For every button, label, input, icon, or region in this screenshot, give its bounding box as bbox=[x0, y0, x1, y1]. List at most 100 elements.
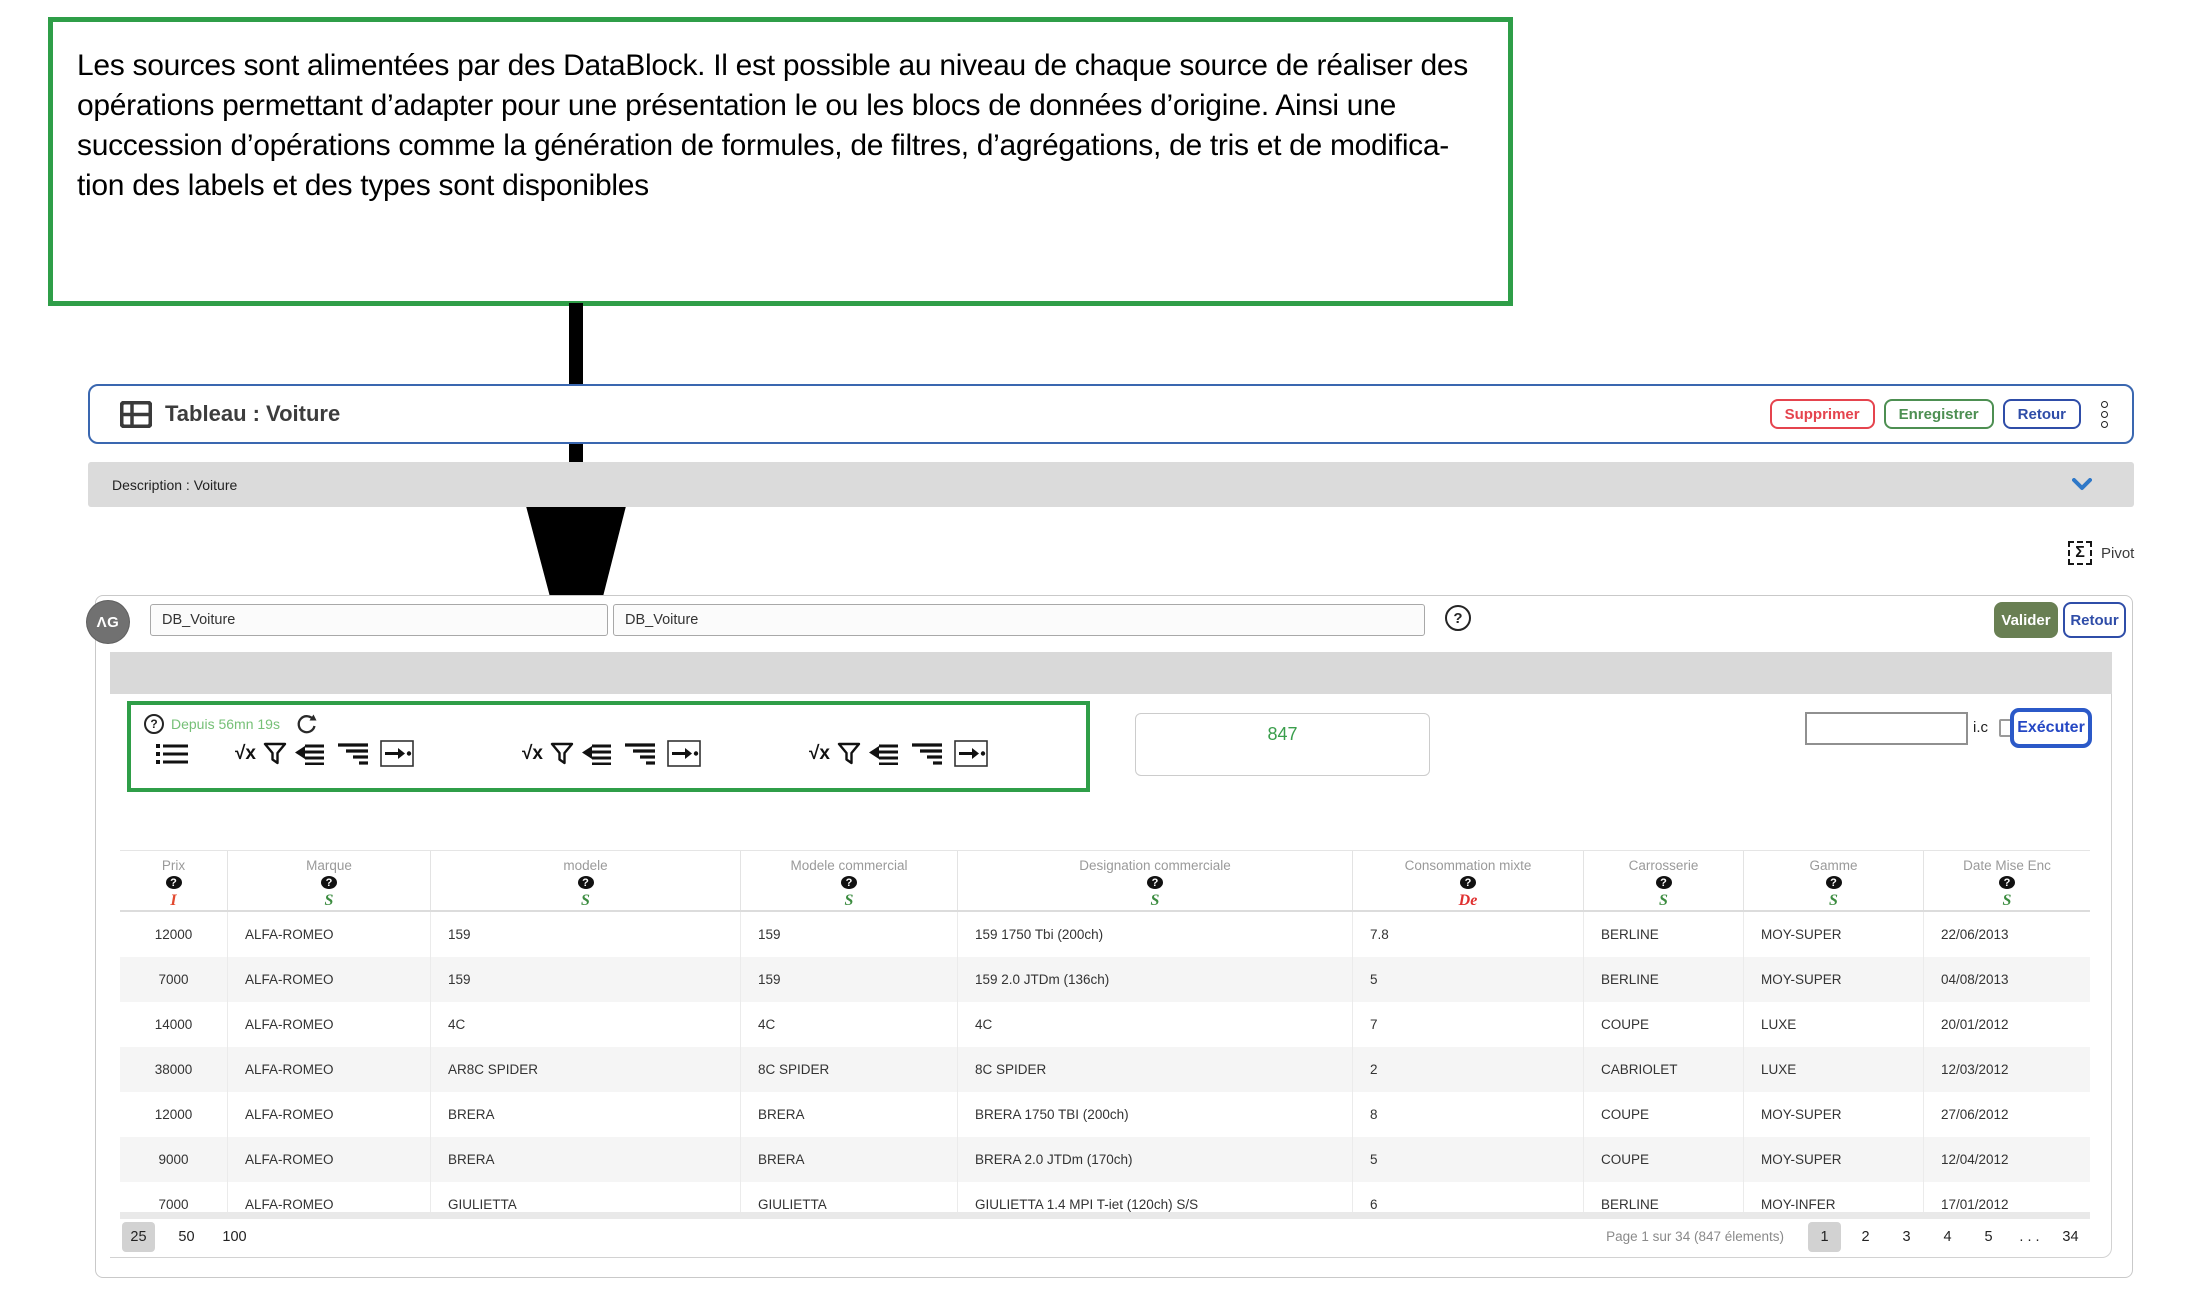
page-button[interactable]: 3 bbox=[1890, 1222, 1923, 1252]
column-name: Marque bbox=[306, 858, 352, 873]
sort-icon[interactable] bbox=[625, 743, 655, 765]
table-row[interactable]: 14000ALFA-ROMEO4C4C4C7COUPELUXE20/01/201… bbox=[120, 1002, 2090, 1047]
save-button[interactable]: Enregistrer bbox=[1884, 399, 1994, 429]
filter-icon[interactable] bbox=[837, 742, 861, 766]
back-button-secondary[interactable]: Retour bbox=[2063, 602, 2126, 638]
table-cell: 38000 bbox=[120, 1047, 227, 1092]
operations-list-icon[interactable] bbox=[155, 742, 189, 766]
column-help-icon[interactable]: ? bbox=[578, 876, 594, 889]
table-cell: ALFA-ROMEO bbox=[227, 1047, 430, 1092]
filter-expression-input[interactable] bbox=[1805, 712, 1968, 745]
table-cell: COUPE bbox=[1583, 1002, 1743, 1047]
table-cell: 27/06/2012 bbox=[1923, 1092, 2090, 1137]
pivot-button[interactable]: Σ Pivot bbox=[2068, 541, 2134, 565]
column-name: Gamme bbox=[1809, 858, 1857, 873]
column-help-icon[interactable]: ? bbox=[841, 876, 857, 889]
callout-line: opérations permettant d’adapter pour une… bbox=[77, 86, 1490, 126]
page-button[interactable]: 1 bbox=[1808, 1222, 1841, 1252]
table-row[interactable]: 7000ALFA-ROMEOGIULIETTAGIULIETTAGIULIETT… bbox=[120, 1182, 2090, 1212]
sort-icon[interactable] bbox=[912, 743, 942, 765]
formula-icon[interactable]: √x bbox=[809, 743, 830, 765]
output-mapping-icon[interactable] bbox=[667, 740, 701, 767]
operation-group: √x bbox=[809, 740, 996, 767]
page-button[interactable]: . . . bbox=[2013, 1222, 2046, 1252]
back-button[interactable]: Retour bbox=[2003, 399, 2081, 429]
callout-line: Les sources sont alimentées par des Data… bbox=[77, 46, 1490, 86]
validate-button[interactable]: Valider bbox=[1994, 602, 2058, 638]
table-column-header[interactable]: Marque ? S bbox=[227, 851, 430, 910]
table-column-header[interactable]: Modele commercial ? S bbox=[740, 851, 957, 910]
chevron-down-icon[interactable] bbox=[2072, 478, 2092, 491]
page-button[interactable]: 4 bbox=[1931, 1222, 1964, 1252]
page-button[interactable]: 5 bbox=[1972, 1222, 2005, 1252]
table-cell: ALFA-ROMEO bbox=[227, 1092, 430, 1137]
filter-icon[interactable] bbox=[263, 742, 287, 766]
table-column-header[interactable]: modele ? S bbox=[430, 851, 740, 910]
column-help-icon[interactable]: ? bbox=[1460, 876, 1476, 889]
callout-line: succession d’opérations comme la générat… bbox=[77, 126, 1490, 166]
pagination-info: Page 1 sur 34 (847 élements) bbox=[1606, 1222, 1784, 1252]
column-help-icon[interactable]: ? bbox=[1656, 876, 1672, 889]
description-bar[interactable]: Description : Voiture bbox=[88, 462, 2134, 507]
refresh-icon[interactable] bbox=[295, 713, 318, 735]
page-size-selector: 25 50 100 bbox=[122, 1222, 251, 1252]
horizontal-scrollbar[interactable] bbox=[120, 1212, 2090, 1219]
table-cell: 4C bbox=[430, 1002, 740, 1047]
table-row[interactable]: 12000ALFA-ROMEOBRERABRERABRERA 1750 TBI … bbox=[120, 1092, 2090, 1137]
formula-icon[interactable]: √x bbox=[235, 743, 256, 765]
table-cell: 159 2.0 JTDm (136ch) bbox=[957, 957, 1352, 1002]
aggregate-icon[interactable] bbox=[582, 743, 612, 765]
table-column-header[interactable]: Designation commerciale ? S bbox=[957, 851, 1352, 910]
help-icon[interactable]: ? bbox=[1445, 605, 1471, 631]
table-cell: 17/01/2012 bbox=[1923, 1182, 2090, 1212]
output-mapping-icon[interactable] bbox=[380, 740, 414, 767]
source-name-input[interactable]: DB_Voiture bbox=[150, 604, 608, 636]
table-cell: 5 bbox=[1352, 957, 1583, 1002]
column-help-icon[interactable]: ? bbox=[1999, 876, 2015, 889]
table-body: 12000ALFA-ROMEO159159159 1750 Tbi (200ch… bbox=[120, 912, 2090, 1212]
more-options-icon[interactable] bbox=[2101, 401, 2108, 428]
page-size-button[interactable]: 100 bbox=[218, 1222, 251, 1252]
table-row[interactable]: 12000ALFA-ROMEO159159159 1750 Tbi (200ch… bbox=[120, 912, 2090, 957]
column-name: modele bbox=[563, 858, 607, 873]
column-type-badge: S bbox=[581, 892, 590, 910]
operation-group: √x bbox=[522, 740, 709, 767]
table-header-row: Prix ? I Marque ? S modele ? S Modele co… bbox=[120, 850, 2090, 912]
column-help-icon[interactable]: ? bbox=[1826, 876, 1842, 889]
page-size-button[interactable]: 25 bbox=[122, 1222, 155, 1252]
column-help-icon[interactable]: ? bbox=[321, 876, 337, 889]
column-help-icon[interactable]: ? bbox=[166, 876, 182, 889]
table-row[interactable]: 7000ALFA-ROMEO159159159 2.0 JTDm (136ch)… bbox=[120, 957, 2090, 1002]
table-cell: 159 bbox=[740, 912, 957, 957]
table-column-header[interactable]: Carrosserie ? S bbox=[1583, 851, 1743, 910]
table-row[interactable]: 38000ALFA-ROMEOAR8C SPIDER8C SPIDER8C SP… bbox=[120, 1047, 2090, 1092]
page-button[interactable]: 2 bbox=[1849, 1222, 1882, 1252]
table-column-header[interactable]: Prix ? I bbox=[120, 851, 227, 910]
table-cell: 8C SPIDER bbox=[740, 1047, 957, 1092]
table-cell: BRERA bbox=[740, 1137, 957, 1182]
filter-icon[interactable] bbox=[550, 742, 574, 766]
table-cell: BRERA bbox=[740, 1092, 957, 1137]
table-cell: AR8C SPIDER bbox=[430, 1047, 740, 1092]
aggregate-icon[interactable] bbox=[295, 743, 325, 765]
table-column-header[interactable]: Gamme ? S bbox=[1743, 851, 1923, 910]
column-help-icon[interactable]: ? bbox=[1147, 876, 1163, 889]
help-icon[interactable]: ? bbox=[144, 714, 164, 734]
table-column-header[interactable]: Date Mise Enc ? S bbox=[1923, 851, 2090, 910]
output-mapping-icon[interactable] bbox=[954, 740, 988, 767]
source-label-input[interactable]: DB_Voiture bbox=[613, 604, 1425, 636]
page-size-button[interactable]: 50 bbox=[170, 1222, 203, 1252]
page-button[interactable]: 34 bbox=[2054, 1222, 2087, 1252]
table-cell: BRERA 2.0 JTDm (170ch) bbox=[957, 1137, 1352, 1182]
table-cell: 9000 bbox=[120, 1137, 227, 1182]
sort-icon[interactable] bbox=[338, 743, 368, 765]
table-row[interactable]: 9000ALFA-ROMEOBRERABRERABRERA 2.0 JTDm (… bbox=[120, 1137, 2090, 1182]
execute-button[interactable]: Exécuter bbox=[2010, 708, 2092, 748]
table-cell: 159 bbox=[430, 912, 740, 957]
table-cell: GIULIETTA 1.4 MPI T-iet (120ch) S/S bbox=[957, 1182, 1352, 1212]
delete-button[interactable]: Supprimer bbox=[1770, 399, 1875, 429]
formula-icon[interactable]: √x bbox=[522, 743, 543, 765]
table-column-header[interactable]: Consommation mixte ? De bbox=[1352, 851, 1583, 910]
aggregate-icon[interactable] bbox=[869, 743, 899, 765]
table-cell: 12/03/2012 bbox=[1923, 1047, 2090, 1092]
